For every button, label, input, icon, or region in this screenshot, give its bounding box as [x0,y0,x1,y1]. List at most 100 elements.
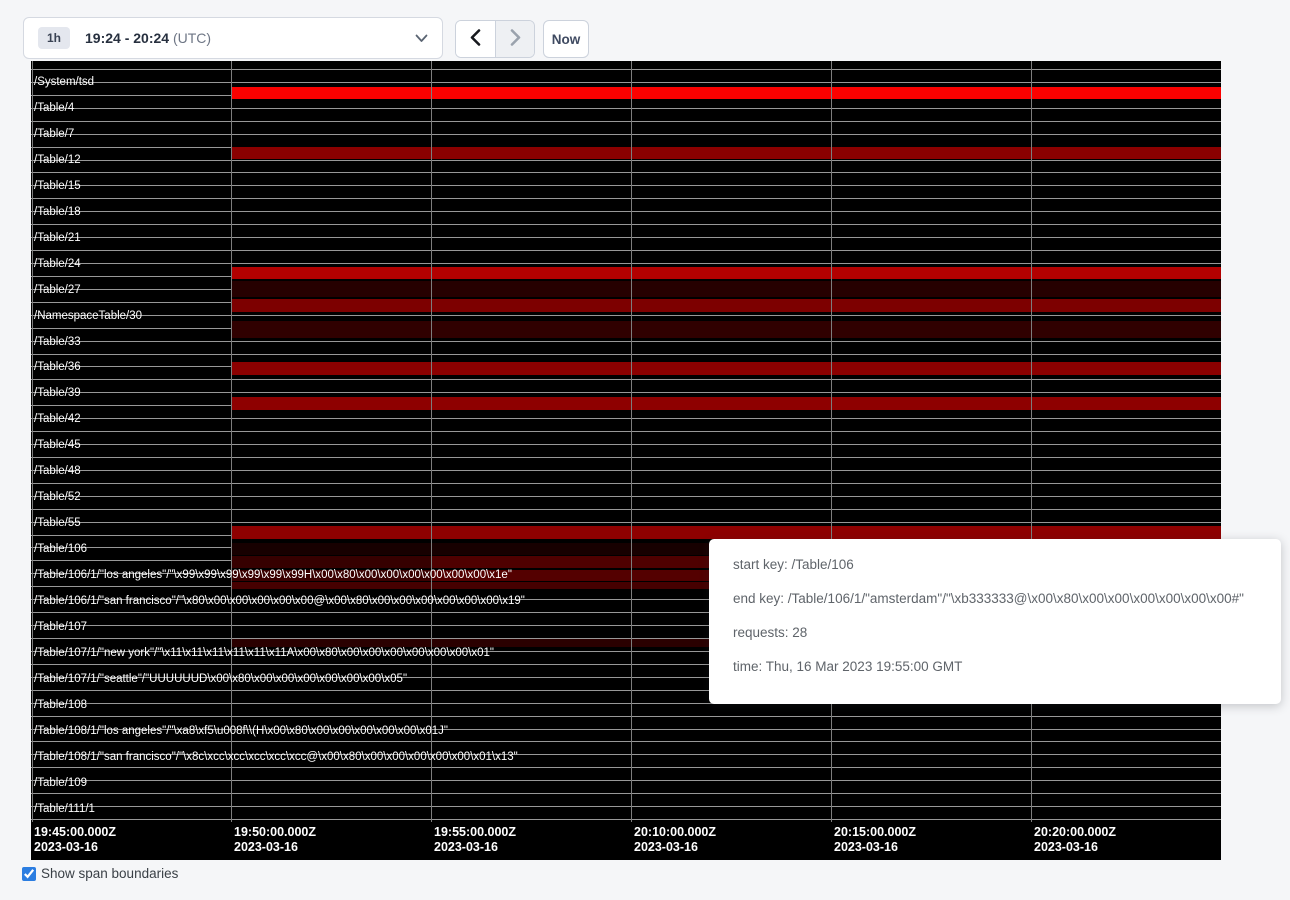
heat-band[interactable] [231,526,1221,539]
key-visualizer-page: 1h 19:24 - 20:24 (UTC) Now /System/tsd/T… [0,0,1290,900]
grid-line-v [831,61,832,822]
span-label: /Table/111/1 [34,803,95,815]
tick-date: 2023-03-16 [434,840,516,855]
grid-line-h [31,457,1221,458]
axis-tick: 20:15:00.000Z2023-03-16 [834,825,916,855]
chevron-down-icon [415,34,428,43]
time-axis: 19:45:00.000Z2023-03-1619:50:00.000Z2023… [31,822,1221,860]
grid-line-h [31,354,1221,355]
span-label: /Table/45 [34,439,81,451]
grid-line-v [431,61,432,822]
tick-time: 19:55:00.000Z [434,825,516,840]
utc-label: (UTC) [173,30,211,46]
grid-line-h [31,379,1221,380]
span-label: /Table/106 [34,543,87,555]
heat-band[interactable] [231,147,1221,159]
axis-tick: 20:20:00.000Z2023-03-16 [1034,825,1116,855]
axis-tick: 19:45:00.000Z2023-03-16 [34,825,116,855]
footer: Show span boundaries [22,866,178,881]
span-label: /NamespaceTable/30 [34,310,142,322]
tick-date: 2023-03-16 [1034,840,1116,855]
heat-band[interactable] [231,397,1221,410]
grid-line-h [31,134,1221,135]
grid-line-h [31,509,1221,510]
tick-time: 20:15:00.000Z [834,825,916,840]
keyvis-plot[interactable]: /System/tsd/Table/4/Table/7/Table/12/Tab… [31,61,1221,822]
tooltip-requests: requests: 28 [733,616,1257,650]
grid-line-h [31,250,1221,251]
grid-line-h [31,418,1221,419]
tick-time: 20:20:00.000Z [1034,825,1116,840]
grid-line-h [31,108,1221,109]
span-label: /Table/42 [34,413,81,425]
grid-line-h [31,431,1221,432]
span-label: /Table/107 [34,621,87,633]
axis-tick: 19:50:00.000Z2023-03-16 [234,825,316,855]
grid-line-h [31,341,1221,342]
grid-line-h [31,741,1221,742]
next-time-button[interactable] [495,21,534,57]
span-label: /Table/7 [34,128,74,140]
grid-line-h [31,780,1221,781]
tooltip-time: time: Thu, 16 Mar 2023 19:55:00 GMT [733,650,1257,684]
grid-line-h [31,198,1221,199]
grid-line-h [31,392,1221,393]
span-label: /System/tsd [34,76,94,88]
grid-line-h [31,819,1221,820]
span-label: /Table/18 [34,206,81,218]
heat-band[interactable] [231,362,1221,375]
span-label: /Table/33 [34,336,81,348]
heat-band[interactable] [231,321,1221,338]
span-label: /Table/12 [34,154,81,166]
span-label: /Table/107/1/"new york"/"\x11\x11\x11\x1… [34,647,494,659]
grid-line-v [231,61,232,822]
span-label: /Table/55 [34,517,81,529]
tick-time: 20:10:00.000Z [634,825,716,840]
grid-line-h [31,82,1221,83]
heat-band[interactable] [231,281,1221,297]
time-range-select[interactable]: 1h 19:24 - 20:24 (UTC) [23,17,443,59]
tick-date: 2023-03-16 [234,840,316,855]
time-nav-button-group [455,20,535,58]
chevron-left-icon [470,29,481,49]
grid-line-h [31,806,1221,807]
grid-line-h [31,767,1221,768]
grid-line-h [31,444,1221,445]
axis-tick: 19:55:00.000Z2023-03-16 [434,825,516,855]
show-span-boundaries-checkbox[interactable] [22,867,36,881]
grid-line-v [32,61,33,822]
grid-line-h [31,522,1221,523]
span-label: /Table/24 [34,258,81,270]
keyvis-heatmap[interactable]: /System/tsd/Table/4/Table/7/Table/12/Tab… [31,61,1221,860]
chevron-right-icon [510,29,521,49]
tooltip-start-key: start key: /Table/106 [733,548,1257,582]
tick-time: 19:45:00.000Z [34,825,116,840]
grid-line-h [31,716,1221,717]
grid-line-h [31,160,1221,161]
heat-band[interactable] [231,267,1221,279]
tick-time: 19:50:00.000Z [234,825,316,840]
now-button[interactable]: Now [543,20,589,58]
heat-band[interactable] [231,299,1221,312]
span-label: /Table/106/1/"los angeles"/"\x99\x99\x99… [34,569,512,581]
grid-line-h [31,483,1221,484]
grid-line-h [31,172,1221,173]
tick-date: 2023-03-16 [834,840,916,855]
prev-time-button[interactable] [456,21,495,57]
span-label: /Table/106/1/"san francisco"/"\x80\x00\x… [34,595,525,607]
grid-line-h [31,185,1221,186]
grid-line-h [31,69,1221,70]
grid-line-v [631,61,632,822]
span-label: /Table/4 [34,102,74,114]
span-label: /Table/27 [34,284,81,296]
grid-line-h [31,211,1221,212]
grid-line-h [31,263,1221,264]
grid-line-h [31,470,1221,471]
grid-line-v [1031,61,1032,822]
span-label: /Table/36 [34,361,81,373]
axis-tick: 20:10:00.000Z2023-03-16 [634,825,716,855]
heat-band[interactable] [231,87,1221,99]
grid-line-h [31,224,1221,225]
time-range-label: 19:24 - 20:24 (UTC) [85,30,211,46]
grid-line-h [31,237,1221,238]
